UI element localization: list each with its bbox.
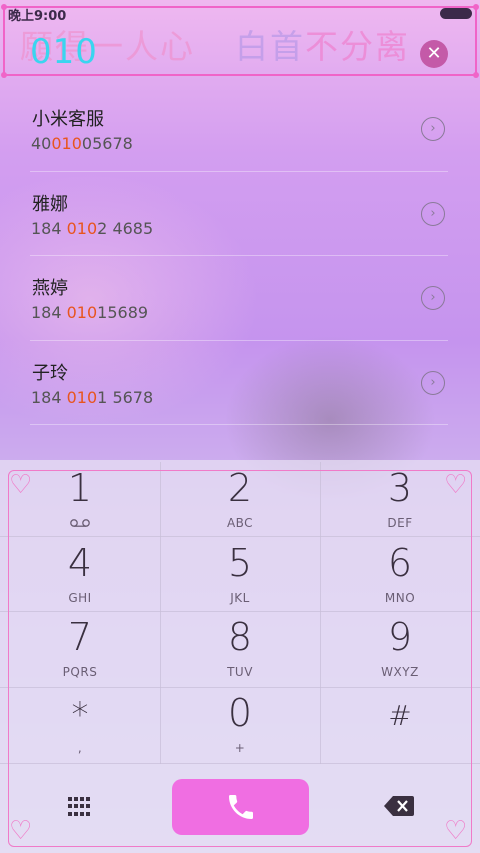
key-star[interactable]: * , xyxy=(0,687,160,763)
clear-input-button[interactable]: ✕ xyxy=(420,40,448,68)
contact-list-item[interactable]: 燕婷 184 01015689 › xyxy=(30,256,448,341)
frame-corner xyxy=(473,4,479,10)
key-2[interactable]: 2 ABC xyxy=(160,462,320,538)
contact-name: 雅娜 xyxy=(32,193,68,215)
key-3[interactable]: 3 DEF xyxy=(320,462,480,538)
key-letters: MNO xyxy=(384,591,416,605)
chevron-right-icon: › xyxy=(430,290,436,305)
key-digit: 7 xyxy=(67,615,93,659)
key-digit: 8 xyxy=(227,615,253,659)
phone-icon xyxy=(229,795,253,819)
close-icon: ✕ xyxy=(426,43,442,64)
key-7[interactable]: 7 PQRS xyxy=(0,611,160,687)
key-0[interactable]: 0 + xyxy=(160,687,320,763)
key-digit: 6 xyxy=(387,541,413,585)
contact-detail-button[interactable]: › xyxy=(421,286,445,310)
contact-detail-button[interactable]: › xyxy=(421,201,445,226)
contact-list-item[interactable]: 雅娜 184 0102 4685 › xyxy=(30,172,448,256)
key-digit: 0 xyxy=(227,691,253,735)
match-highlight: 010 xyxy=(51,134,82,153)
chevron-right-icon: › xyxy=(430,374,436,390)
key-1[interactable]: 1 xyxy=(0,462,160,538)
key-letters: TUV xyxy=(227,665,253,679)
key-digit: 3 xyxy=(387,466,413,510)
contact-name: 小米客服 xyxy=(32,109,104,130)
key-pound[interactable]: # xyxy=(320,687,480,763)
key-digit: * xyxy=(71,695,89,735)
contact-number: 4001005678 xyxy=(31,134,133,153)
contact-list-item[interactable]: 小米客服 4001005678 › xyxy=(30,87,448,172)
key-digit: 1 xyxy=(67,466,93,510)
contact-name: 子玲 xyxy=(32,362,68,384)
match-highlight: 010 xyxy=(66,387,98,407)
key-letters: DEF xyxy=(387,516,413,530)
key-digit: 5 xyxy=(227,541,253,585)
dialer-action-bar xyxy=(0,765,480,853)
key-letters: , xyxy=(77,741,83,755)
key-letters: GHI xyxy=(68,591,92,605)
contact-search-results: 小米客服 4001005678 › 雅娜 184 0102 4685 › 燕婷 … xyxy=(30,87,448,425)
calligraphy-text: 不分离 xyxy=(305,27,410,66)
frame-corner xyxy=(473,72,479,78)
key-4[interactable]: 4 GHI xyxy=(0,537,160,613)
backspace-icon[interactable] xyxy=(384,795,414,817)
key-9[interactable]: 9 WXYZ xyxy=(320,611,480,687)
contact-number: 184 0101 5678 xyxy=(31,387,154,407)
frame-corner xyxy=(1,72,7,78)
key-letters: PQRS xyxy=(62,665,98,679)
key-5[interactable]: 5 JKL xyxy=(160,537,320,613)
contact-detail-button[interactable]: › xyxy=(421,117,445,141)
key-letters: JKL xyxy=(230,591,250,605)
contact-detail-button[interactable]: › xyxy=(421,370,445,395)
call-button[interactable] xyxy=(172,779,309,835)
key-letters: ABC xyxy=(226,516,254,530)
voicemail-icon xyxy=(70,519,90,527)
chevron-right-icon: › xyxy=(430,121,436,136)
key-digit: # xyxy=(388,699,412,732)
match-highlight: 010 xyxy=(66,303,98,322)
calligraphy-text: 白首 xyxy=(235,27,305,66)
keypad-grid-icon[interactable] xyxy=(68,797,92,817)
key-digit: 9 xyxy=(387,615,413,659)
dialed-number[interactable]: 010 xyxy=(30,32,98,72)
key-letters: + xyxy=(234,741,246,755)
key-6[interactable]: 6 MNO xyxy=(320,537,480,613)
key-letters: WXYZ xyxy=(381,665,419,679)
key-digit: 2 xyxy=(227,466,253,510)
contact-number: 184 01015689 xyxy=(31,303,149,322)
contact-name: 燕婷 xyxy=(32,278,68,299)
match-highlight: 010 xyxy=(66,218,98,238)
key-digit: 4 xyxy=(67,541,93,585)
frame-corner xyxy=(1,4,7,10)
contact-list-item[interactable]: 子玲 184 0101 5678 › xyxy=(30,341,448,425)
key-8[interactable]: 8 TUV xyxy=(160,611,320,687)
chevron-right-icon: › xyxy=(430,205,436,221)
contact-number: 184 0102 4685 xyxy=(31,218,154,238)
